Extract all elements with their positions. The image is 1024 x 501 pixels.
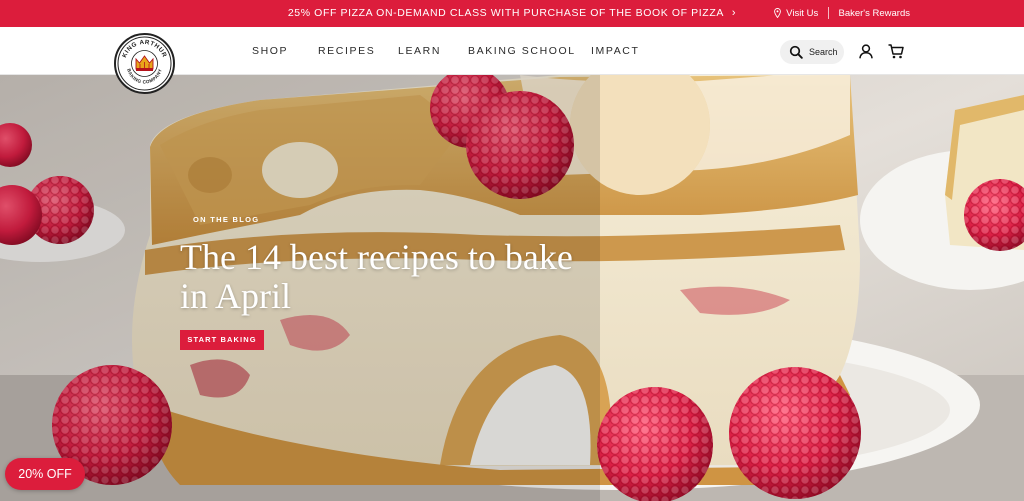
hero-eyebrow: ON THE BLOG xyxy=(193,215,260,224)
chevron-right-icon: › xyxy=(731,7,737,19)
start-baking-button[interactable]: START BAKING xyxy=(180,330,264,350)
search-label: Search xyxy=(809,47,838,57)
search-button[interactable]: Search xyxy=(780,40,844,64)
visit-us-link[interactable]: Visit Us xyxy=(786,8,818,19)
hero-banner[interactable]: ON THE BLOG The 14 best recipes to bake … xyxy=(0,75,1024,501)
promo-bar: 25% OFF PIZZA ON-DEMAND CLASS WITH PURCH… xyxy=(0,0,1024,27)
nav-shop[interactable]: SHOP xyxy=(252,27,288,75)
nav-recipes[interactable]: RECIPES xyxy=(318,27,375,75)
nav-learn[interactable]: LEARN xyxy=(398,27,441,75)
king-arthur-logo[interactable]: KING ARTHUR BAKING COMPANY xyxy=(114,33,175,94)
promo-text[interactable]: 25% OFF PIZZA ON-DEMAND CLASS WITH PURCH… xyxy=(288,7,724,19)
main-navigation: KING ARTHUR BAKING COMPANY SHOP RECIPES … xyxy=(0,27,1024,94)
search-icon xyxy=(789,45,803,59)
hero-headline[interactable]: The 14 best recipes to bake in April xyxy=(180,238,600,316)
user-icon[interactable] xyxy=(859,44,873,59)
logo-mark: KING ARTHUR BAKING COMPANY xyxy=(117,36,172,91)
promo-divider xyxy=(827,7,829,20)
promo-utility-links: Visit Us Baker's Rewards xyxy=(774,0,910,27)
cart-icon[interactable] xyxy=(888,44,904,59)
nav-baking-school[interactable]: BAKING SCHOOL xyxy=(468,27,576,75)
map-pin-icon xyxy=(774,8,782,18)
nav-impact[interactable]: IMPACT xyxy=(591,27,640,75)
discount-tab[interactable]: 20% OFF xyxy=(5,458,85,490)
bakers-rewards-link[interactable]: Baker's Rewards xyxy=(838,8,910,19)
